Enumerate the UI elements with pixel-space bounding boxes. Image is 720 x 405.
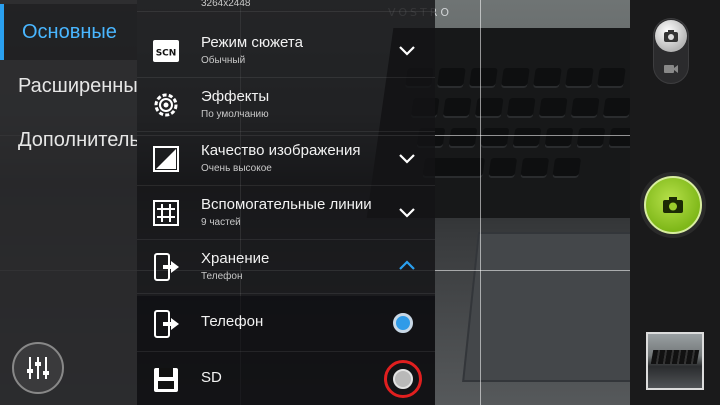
- settings-category-menu: Основные Расширенные Дополнительно: [0, 0, 137, 405]
- shutter-button[interactable]: [640, 172, 706, 238]
- storage-option-label: Телефон: [201, 313, 264, 330]
- camera-controls-strip: [630, 0, 720, 405]
- photo-mode-button[interactable]: [655, 20, 687, 52]
- setting-title: Эффекты: [201, 88, 270, 105]
- settings-row-storage[interactable]: Хранение Телефон: [137, 240, 435, 294]
- settings-row-grid-lines[interactable]: Вспомогательные линии 9 частей: [137, 186, 435, 240]
- settings-row-effects[interactable]: Эффекты По умолчанию: [137, 78, 435, 132]
- settings-list-panel: 8.0M 3264x2448 SCN Режим сюжета Обычный …: [137, 0, 435, 405]
- phone-storage-icon: [154, 310, 179, 338]
- resolution-value: 3264x2448: [201, 0, 251, 9]
- photo-video-mode-switch[interactable]: [653, 18, 689, 84]
- grid-lines-icon: [153, 200, 179, 226]
- storage-option-phone[interactable]: Телефон: [137, 296, 435, 352]
- effects-gear-icon: [154, 93, 178, 117]
- settings-row-resolution[interactable]: 8.0M 3264x2448: [137, 0, 435, 12]
- setting-value: По умолчанию: [201, 109, 269, 120]
- settings-row-image-quality[interactable]: Качество изображения Очень высокое: [137, 132, 435, 186]
- storage-option-label: SD: [201, 369, 222, 386]
- setting-title: Режим сюжета: [201, 34, 303, 51]
- setting-title: Качество изображения: [201, 142, 361, 159]
- chevron-down-icon: [399, 154, 415, 164]
- chevron-down-icon: [399, 208, 415, 218]
- grid-line-vertical: [480, 0, 481, 405]
- chevron-down-icon: [399, 46, 415, 56]
- setting-value: 9 частей: [201, 217, 241, 228]
- setting-value: Телефон: [201, 271, 243, 282]
- radio-phone-selected[interactable]: [393, 313, 413, 333]
- setting-title: Вспомогательные линии: [201, 196, 372, 213]
- sd-card-icon: [154, 368, 178, 392]
- thumbnail-image: [650, 350, 700, 364]
- camera-icon: [664, 30, 678, 42]
- highlight-circle: [384, 360, 422, 398]
- settings-toggle-button[interactable]: [12, 342, 64, 394]
- storage-phone-icon: [154, 253, 179, 281]
- category-additional[interactable]: Дополнительно: [0, 112, 137, 168]
- settings-row-scene-mode[interactable]: SCN Режим сюжета Обычный: [137, 24, 435, 78]
- category-advanced[interactable]: Расширенные: [0, 58, 137, 114]
- svg-text:SCN: SCN: [156, 49, 177, 59]
- scene-mode-icon: SCN: [153, 40, 179, 62]
- setting-value: Обычный: [201, 55, 246, 66]
- gallery-thumbnail[interactable]: [646, 332, 704, 390]
- shutter-button-face[interactable]: [644, 176, 702, 234]
- sliders-icon: [27, 357, 49, 379]
- video-icon[interactable]: [663, 62, 679, 76]
- chevron-up-icon: [399, 260, 415, 270]
- storage-option-sd[interactable]: SD: [137, 352, 435, 405]
- category-basic[interactable]: Основные: [0, 4, 137, 60]
- image-quality-icon: [153, 146, 179, 172]
- setting-value: Очень высокое: [201, 163, 272, 174]
- setting-title: Хранение: [201, 250, 270, 267]
- camera-icon: [663, 197, 683, 213]
